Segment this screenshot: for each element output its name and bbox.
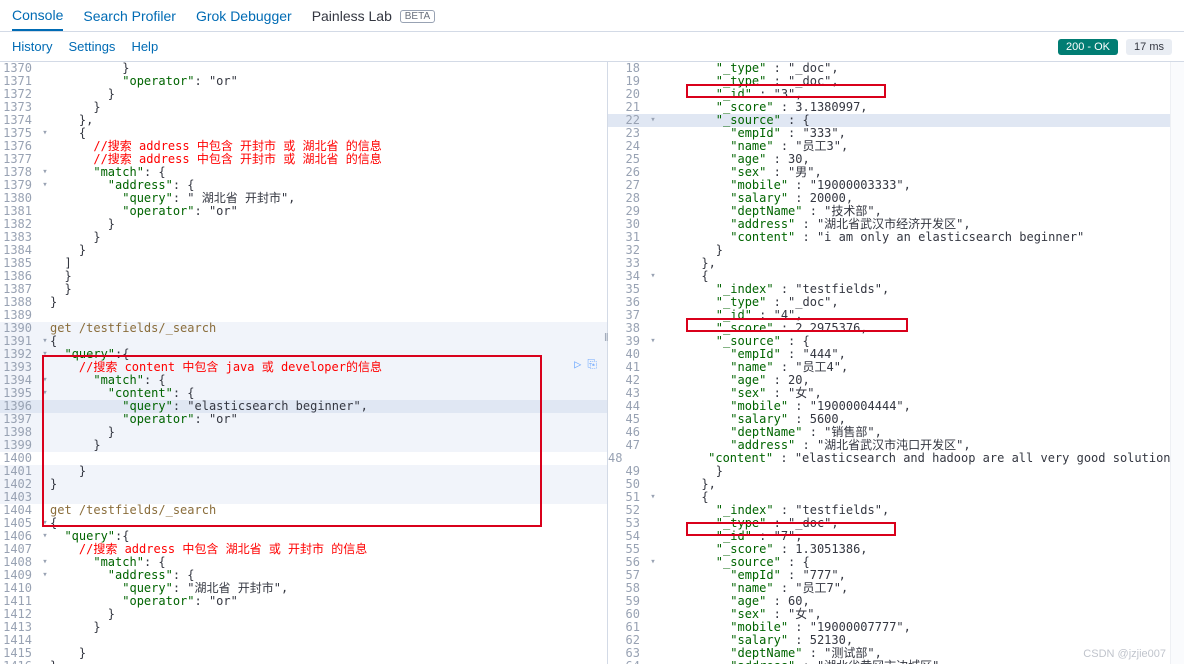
code-text: }	[50, 439, 607, 452]
code-text: }	[50, 608, 607, 621]
settings-link[interactable]: Settings	[68, 39, 115, 54]
code-text	[50, 452, 607, 465]
response-viewer[interactable]: 18 "_type" : "_doc",19 "_type" : "_doc",…	[608, 62, 1184, 664]
code-text: {	[50, 335, 607, 348]
run-actions: ▷ ⎘	[574, 358, 597, 371]
status-badge: 200 - OK	[1058, 39, 1118, 55]
help-link[interactable]: Help	[131, 39, 158, 54]
tab-painless-lab-label: Painless Lab	[312, 8, 392, 24]
code-text: }	[50, 478, 607, 491]
code-line[interactable]: 1402 }	[0, 478, 607, 491]
code-text: "operator": "or"	[50, 205, 607, 218]
line-number: 64	[608, 660, 648, 664]
code-text: }	[50, 88, 607, 101]
code-text: }	[50, 244, 607, 257]
code-text: ]	[50, 257, 607, 270]
code-line[interactable]: 1385 ]	[0, 257, 607, 270]
code-line[interactable]: 1413 }	[0, 621, 607, 634]
code-line[interactable]: 1388 }	[0, 296, 607, 309]
beta-badge: BETA	[400, 10, 435, 23]
code-text: }	[658, 465, 1184, 478]
code-text: }	[50, 270, 607, 283]
play-icon[interactable]: ▷	[574, 358, 581, 371]
code-text: },	[50, 114, 607, 127]
tab-grok-debugger[interactable]: Grok Debugger	[196, 2, 292, 30]
code-text: "operator": "or"	[50, 75, 607, 88]
code-text: }	[50, 465, 607, 478]
code-text: }	[50, 621, 607, 634]
code-text: }	[50, 660, 607, 664]
pane-divider-handle[interactable]: ‖	[604, 332, 609, 344]
code-text: }	[50, 231, 607, 244]
code-text: }	[50, 283, 607, 296]
code-line[interactable]: 1404 get /testfields/_search	[0, 504, 607, 517]
code-line[interactable]: 1415 }	[0, 647, 607, 660]
code-line[interactable]: 1400	[0, 452, 607, 465]
code-text: get /testfields/_search	[50, 322, 607, 335]
dev-tools-tabs: Console Search Profiler Grok Debugger Pa…	[0, 0, 1184, 32]
code-text: {	[50, 517, 607, 530]
code-text: }	[50, 296, 607, 309]
code-text: "address" : "湖北省黄冈市边城区",	[658, 660, 1184, 664]
code-text: },	[658, 257, 1184, 270]
code-line[interactable]: 1414	[0, 634, 607, 647]
tab-painless-lab[interactable]: Painless Lab BETA	[312, 2, 435, 30]
code-text: "operator": "or"	[50, 595, 607, 608]
status-time: 17 ms	[1126, 39, 1172, 55]
code-line[interactable]: 1387 }	[0, 283, 607, 296]
code-line[interactable]: 1374 },	[0, 114, 607, 127]
code-text: }	[50, 101, 607, 114]
request-editor[interactable]: 1370 }1371 "operator": "or"1372 }1373 }1…	[0, 62, 608, 664]
tab-console[interactable]: Console	[12, 1, 63, 31]
code-text: }	[658, 244, 1184, 257]
code-line[interactable]: 1390 get /testfields/_search	[0, 322, 607, 335]
history-link[interactable]: History	[12, 39, 52, 54]
line-number: 1416	[0, 660, 40, 664]
code-text: get /testfields/_search	[50, 504, 607, 517]
code-text: }	[50, 218, 607, 231]
scrollbar-track[interactable]	[1170, 62, 1184, 664]
wrench-icon[interactable]: ⎘	[587, 358, 597, 371]
code-line[interactable]: 1384 }	[0, 244, 607, 257]
code-line[interactable]: 1383 }	[0, 231, 607, 244]
code-line[interactable]: 1399 }	[0, 439, 607, 452]
code-text: },	[658, 478, 1184, 491]
code-text: }	[50, 426, 607, 439]
tab-search-profiler[interactable]: Search Profiler	[83, 2, 176, 30]
editor-panes: 1370 }1371 "operator": "or"1372 }1373 }1…	[0, 62, 1184, 664]
code-line[interactable]: 1401 }	[0, 465, 607, 478]
code-text: }	[50, 647, 607, 660]
code-line[interactable]: 1386 }	[0, 270, 607, 283]
code-text: "operator": "or"	[50, 413, 607, 426]
code-line[interactable]: 1416 }	[0, 660, 607, 664]
code-text	[50, 634, 607, 647]
console-subbar: History Settings Help 200 - OK 17 ms	[0, 32, 1184, 62]
code-line[interactable]: 64 "address" : "湖北省黄冈市边城区",	[608, 660, 1184, 664]
code-text: "content" : "i am only an elasticsearch …	[658, 231, 1184, 244]
